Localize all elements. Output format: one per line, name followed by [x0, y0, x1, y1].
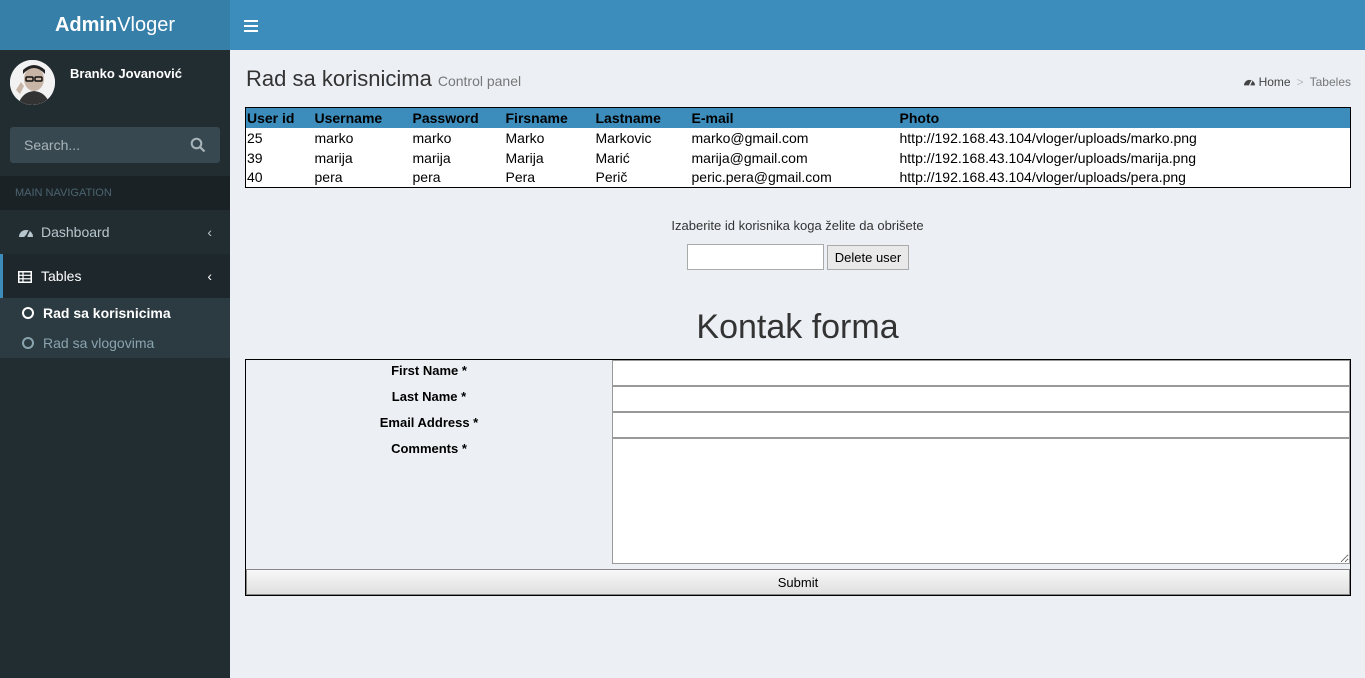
table-cell: 39 — [245, 147, 314, 168]
avatar — [10, 60, 55, 105]
table-cell: pera — [411, 167, 505, 188]
email-field[interactable] — [612, 412, 1350, 438]
submit-button[interactable]: Submit — [246, 569, 1350, 595]
table-cell: http://192.168.43.104/vloger/uploads/per… — [898, 167, 1351, 188]
first-name-field[interactable] — [612, 360, 1350, 386]
column-header: Photo — [898, 107, 1351, 128]
last-name-field[interactable] — [612, 386, 1350, 412]
search-input[interactable] — [10, 127, 180, 163]
table-cell: Marić — [594, 147, 691, 168]
menu-toggle-icon[interactable] — [244, 16, 258, 34]
table-cell: http://192.168.43.104/vloger/uploads/mar… — [898, 127, 1351, 148]
column-header: Firsname — [504, 107, 595, 128]
delete-user-label: Izaberite id korisnika koga želite da ob… — [671, 218, 924, 233]
column-header: Lastname — [594, 107, 691, 128]
circle-icon — [22, 307, 34, 319]
contact-form-title: Kontak forma — [696, 308, 899, 346]
table-cell: marija — [313, 147, 412, 168]
search-icon[interactable] — [190, 137, 206, 153]
user-panel: Branko Jovanović — [0, 50, 230, 116]
table-cell: Marko — [504, 127, 595, 148]
column-header: E-mail — [690, 107, 899, 128]
table-cell: marko — [411, 127, 505, 148]
breadcrumb-home[interactable]: Home — [1259, 75, 1291, 89]
delete-user-button[interactable]: Delete user — [827, 245, 909, 270]
dashboard-icon — [1243, 79, 1255, 86]
table-cell: pera — [313, 167, 412, 188]
table-cell: marija@gmail.com — [690, 147, 899, 168]
sidebar-item-label: Dashboard — [41, 224, 110, 240]
logo-light: Vloger — [117, 14, 176, 36]
submenu-item-label: Rad sa korisnicima — [43, 305, 171, 321]
table-cell: marko@gmail.com — [690, 127, 899, 148]
table-cell: Perič — [594, 167, 691, 188]
submenu-item-vlogs[interactable]: Rad sa vlogovima — [0, 328, 230, 358]
table-cell: 40 — [245, 167, 314, 188]
chevron-left-icon: ‹ — [207, 224, 212, 240]
table-cell: 25 — [245, 127, 314, 148]
page-title-text: Rad sa korisnicima — [246, 66, 432, 91]
table-header-row: User id Username Password Firsname Lastn… — [245, 107, 1351, 128]
contact-form: First Name * Last Name * Email Address *… — [245, 359, 1351, 596]
email-label: Email Address * — [379, 415, 479, 430]
app-logo[interactable]: AdminVloger — [0, 0, 230, 50]
comments-label: Comments * — [391, 441, 467, 456]
top-navbar — [230, 0, 1365, 50]
table-row: 25 marko marko Marko Markovic marko@gmai… — [245, 127, 1351, 148]
sidebar-item-dashboard[interactable]: Dashboard ‹ — [0, 210, 230, 254]
tables-submenu: Rad sa korisnicima Rad sa vlogovima — [0, 298, 230, 358]
sidebar-search — [10, 127, 220, 163]
page-title: Rad sa korisnicima Control panel — [246, 66, 521, 92]
table-cell: marija — [411, 147, 505, 168]
table-cell: http://192.168.43.104/vloger/uploads/mar… — [898, 147, 1351, 168]
sidebar-item-label: Tables — [41, 268, 82, 284]
breadcrumb-current: Tabeles — [1309, 75, 1351, 89]
submenu-item-users[interactable]: Rad sa korisnicima — [0, 298, 230, 328]
logo-bold: Admin — [54, 14, 118, 36]
sidebar-item-tables[interactable]: Tables ‹ — [0, 254, 230, 298]
dashboard-icon — [18, 212, 34, 239]
chevron-left-icon: ‹ — [207, 268, 212, 284]
table-row: 40 pera pera Pera Perič peric.pera@gmail… — [245, 167, 1351, 188]
table-cell: Markovic — [594, 127, 691, 148]
main-content: Rad sa korisnicima Control panel Home > Tab… — [230, 50, 1365, 678]
table-cell: Pera — [504, 167, 595, 188]
last-name-label: Last Name * — [391, 389, 467, 404]
page-subtitle: Control panel — [437, 73, 522, 89]
breadcrumb: Home > Tabeles — [1243, 75, 1351, 89]
table-cell: marko — [313, 127, 412, 148]
table-icon — [18, 256, 34, 283]
user-name: Branko Jovanović — [70, 66, 182, 81]
circle-icon — [22, 337, 34, 349]
column-header: Password — [411, 107, 505, 128]
submenu-item-label: Rad sa vlogovima — [43, 335, 155, 351]
breadcrumb-separator: > — [1296, 75, 1304, 89]
column-header: User id — [245, 107, 314, 128]
table-cell: peric.pera@gmail.com — [690, 167, 899, 188]
nav-header: MAIN NAVIGATION — [0, 176, 230, 210]
users-table: User id Username Password Firsname Lastn… — [245, 107, 1351, 188]
sidebar: Branko Jovanović MAIN NAVIGATION Dashboa… — [0, 50, 230, 678]
table-cell: Marija — [504, 147, 595, 168]
comments-field[interactable] — [612, 438, 1350, 564]
column-header: Username — [313, 107, 412, 128]
first-name-label: First Name * — [391, 363, 467, 378]
table-row: 39 marija marija Marija Marić marija@gma… — [245, 147, 1351, 168]
delete-user-id-input[interactable] — [687, 244, 824, 270]
